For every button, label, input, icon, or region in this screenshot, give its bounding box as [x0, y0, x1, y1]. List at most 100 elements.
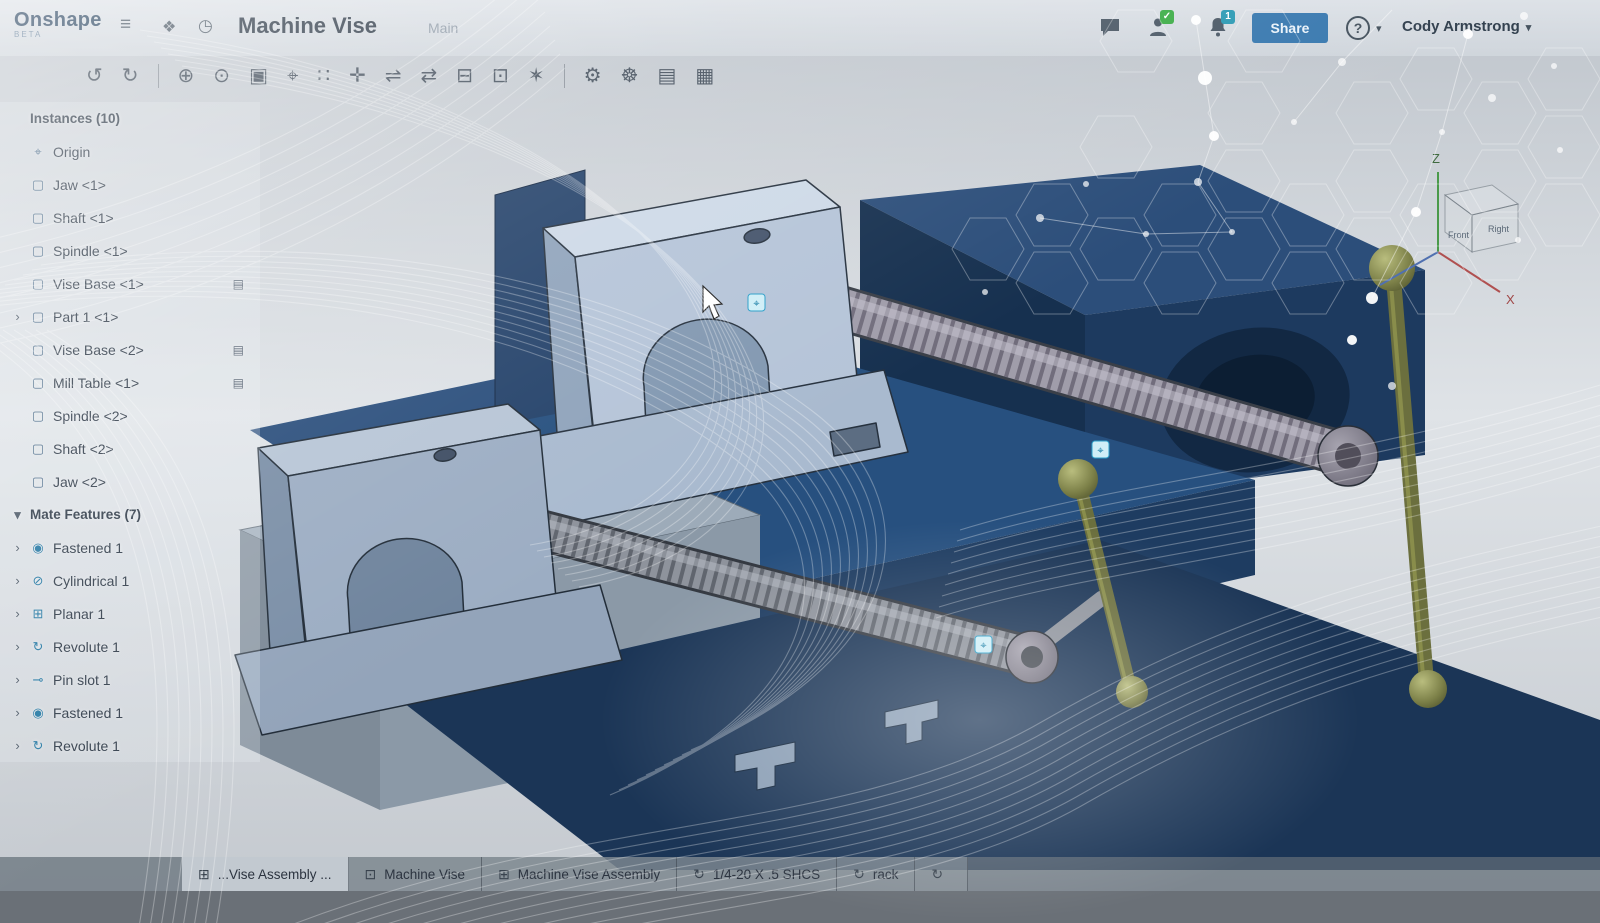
- assembly-toolbar: ↺ ↻ ⊕ ⊙ ▣ ⌖ ∷ ✛ ⇌ ⇄ ⊟ ⊡ ✶ ⚙ ☸ ▤ ▦: [86, 57, 714, 95]
- mate-features-header[interactable]: ▾ Mate Features (7): [0, 498, 260, 531]
- mate-label: Revolute 1: [53, 639, 120, 655]
- triad-z-label: Z: [1432, 151, 1440, 166]
- pin-slot-mate-icon: ⊸: [30, 672, 46, 688]
- share-button[interactable]: Share: [1252, 13, 1328, 43]
- instances-header[interactable]: Instances (10): [0, 102, 260, 135]
- user-menu[interactable]: Cody Armstrong▾: [1402, 18, 1531, 35]
- tab-label: Machine Vise Assembly: [518, 867, 660, 882]
- mate-row[interactable]: › ⊸ Pin slot 1: [0, 663, 260, 696]
- assembly-tab-icon: ⊞: [498, 866, 510, 883]
- help-icon[interactable]: ?: [1346, 16, 1370, 40]
- toolbar-divider: [564, 64, 565, 88]
- tab-label: ...Vise Assembly ...: [218, 867, 332, 882]
- spur-gear-icon[interactable]: ⚙: [584, 66, 602, 86]
- insert-icon[interactable]: ⊕: [178, 66, 195, 86]
- mate-row[interactable]: › ⊞ Planar 1: [0, 597, 260, 630]
- help-caret-icon[interactable]: ▾: [1376, 22, 1382, 35]
- context-icon: ▤: [233, 376, 244, 390]
- part-icon: ▢: [30, 243, 46, 259]
- exploded-view-icon[interactable]: ✶: [528, 66, 545, 86]
- fastened-mate-icon: ◉: [30, 705, 46, 721]
- tab-vise-assembly[interactable]: ⊞ ...Vise Assembly ...: [182, 857, 349, 891]
- instance-row[interactable]: ▢ Vise Base <1> ▤: [0, 267, 260, 300]
- mate-row[interactable]: › ◉ Fastened 1: [0, 531, 260, 564]
- part-icon: ▢: [30, 342, 46, 358]
- main-menu-icon[interactable]: ≡: [120, 14, 131, 36]
- group-icon[interactable]: ▣: [249, 66, 268, 86]
- redo-icon[interactable]: ↻: [122, 66, 139, 86]
- tab-label: 1/4-20 X .5 SHCS: [713, 867, 820, 882]
- instances-panel: Instances (10) ⌖ Origin ▢ Jaw <1> ▢ Shaf…: [0, 102, 260, 762]
- origin-icon: ⌖: [30, 144, 46, 160]
- part-icon: ▢: [30, 177, 46, 193]
- instance-row[interactable]: ▢ Jaw <2>: [0, 465, 260, 498]
- instance-row[interactable]: ▢ Vise Base <2> ▤: [0, 333, 260, 366]
- planar-mate-icon: ⊞: [30, 606, 46, 622]
- triad-right-label: Right: [1488, 224, 1510, 234]
- instance-label: Shaft <1>: [53, 210, 114, 226]
- chevron-right-icon: ›: [12, 540, 23, 555]
- chevron-right-icon: ›: [12, 573, 23, 588]
- instance-row[interactable]: ▢ Spindle <1>: [0, 234, 260, 267]
- part-icon: ▢: [30, 276, 46, 292]
- linked-doc-tab-icon: ↻: [853, 866, 865, 883]
- undo-icon[interactable]: ↺: [86, 66, 103, 86]
- instance-label: Shaft <2>: [53, 441, 114, 457]
- history-icon[interactable]: ◷: [198, 16, 213, 36]
- mate-label: Planar 1: [53, 606, 105, 622]
- comment-icon[interactable]: [1098, 15, 1122, 39]
- tab-shcs[interactable]: ↻ 1/4-20 X .5 SHCS: [677, 857, 837, 891]
- pattern-icon[interactable]: ∷: [317, 66, 330, 86]
- mate-row[interactable]: › ◉ Fastened 1: [0, 696, 260, 729]
- instance-row[interactable]: ▢ Spindle <2>: [0, 399, 260, 432]
- instance-row[interactable]: ▢ Jaw <1>: [0, 168, 260, 201]
- instance-label: Spindle <2>: [53, 408, 128, 424]
- triad-x-label: X: [1506, 292, 1515, 307]
- mate-row[interactable]: › ↻ Revolute 1: [0, 729, 260, 762]
- instance-row[interactable]: ▢ Shaft <1>: [0, 201, 260, 234]
- collaborator-check-badge: ✓: [1160, 10, 1174, 24]
- part-icon: ▢: [30, 408, 46, 424]
- instance-label: Mill Table <1>: [53, 375, 139, 391]
- spring-icon[interactable]: ▤: [657, 66, 676, 86]
- tab-machine-vise[interactable]: ⊡ Machine Vise: [349, 857, 483, 891]
- instance-row[interactable]: ▢ Mill Table <1> ▤: [0, 366, 260, 399]
- snap-icon[interactable]: ⊟: [456, 66, 473, 86]
- fastened-mate-icon: ◉: [30, 540, 46, 556]
- mate-connector-icon[interactable]: ⌖: [287, 66, 298, 86]
- chevron-down-icon: ▾: [12, 507, 23, 523]
- chevron-right-icon: ›: [12, 705, 23, 720]
- triad-front-label: Front: [1448, 230, 1470, 240]
- instance-label: Vise Base <2>: [53, 342, 144, 358]
- chevron-right-icon: ›: [12, 639, 23, 654]
- rack-icon[interactable]: ▦: [695, 66, 714, 86]
- tab-partial[interactable]: ↻: [915, 857, 968, 891]
- onshape-logo[interactable]: Onshape BETA: [14, 9, 102, 39]
- instance-row-origin[interactable]: ⌖ Origin: [0, 135, 260, 168]
- mate-label: Revolute 1: [53, 738, 120, 754]
- revolute-mate-icon: ↻: [30, 639, 46, 655]
- mate-badge-icon: ⌖: [753, 298, 759, 310]
- gear-icon[interactable]: ☸: [621, 66, 639, 86]
- chevron-right-icon: ›: [12, 738, 23, 753]
- instance-label: Spindle <1>: [53, 243, 128, 259]
- named-views-icon[interactable]: ⊡: [492, 66, 509, 86]
- app-header: Onshape BETA ≡ ❖ ◷ Machine Vise Main ✓ 1…: [0, 0, 1600, 56]
- mate-row[interactable]: › ↻ Revolute 1: [0, 630, 260, 663]
- notification-count-badge: 1: [1221, 10, 1235, 24]
- user-name: Cody Armstrong: [1402, 18, 1520, 35]
- workspace-name[interactable]: Main: [428, 20, 458, 36]
- tab-machine-vise-assembly[interactable]: ⊞ Machine Vise Assembly: [482, 857, 677, 891]
- rotate-icon[interactable]: ⇌: [385, 66, 402, 86]
- mate-icon[interactable]: ⊙: [213, 66, 230, 86]
- version-graph-icon[interactable]: ❖: [162, 17, 176, 37]
- instance-row-part1[interactable]: › ▢ Part 1 <1>: [0, 300, 260, 333]
- mate-row[interactable]: › ⊘ Cylindrical 1: [0, 564, 260, 597]
- align-icon[interactable]: ⇄: [421, 66, 438, 86]
- instance-row[interactable]: ▢ Shaft <2>: [0, 432, 260, 465]
- bottom-strip: [0, 891, 1600, 923]
- instance-label: Jaw <1>: [53, 177, 106, 193]
- logo-text: Onshape: [14, 9, 102, 32]
- tab-rack[interactable]: ↻ rack: [837, 857, 915, 891]
- move-icon[interactable]: ✛: [349, 66, 366, 86]
